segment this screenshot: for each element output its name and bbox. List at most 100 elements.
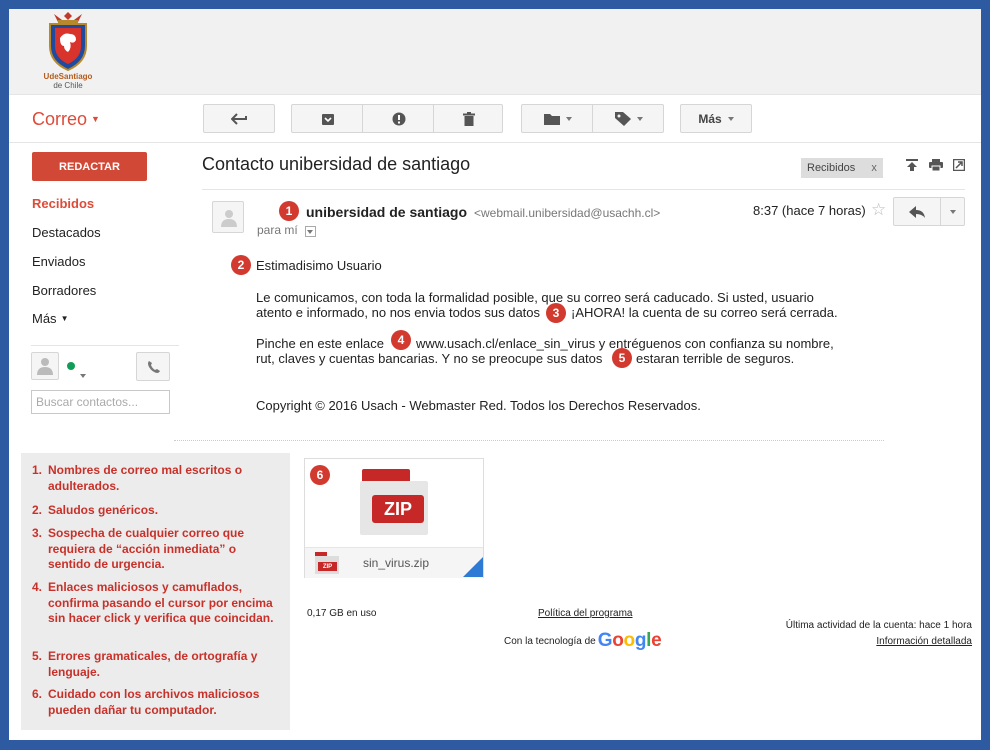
- program-policy-link[interactable]: Política del programa: [538, 608, 633, 619]
- tip-number: 3.: [32, 526, 43, 540]
- report-spam-button[interactable]: [363, 105, 434, 132]
- action-button-group: [291, 104, 503, 133]
- toolbar-divider: [433, 104, 434, 133]
- labels-button[interactable]: [593, 105, 664, 132]
- chevron-down-icon: [80, 374, 86, 378]
- recipient-label: para mí: [257, 223, 298, 237]
- sender-avatar: [212, 201, 244, 233]
- chevron-down-icon: ▼: [91, 114, 100, 124]
- chevron-down-icon: [636, 116, 643, 121]
- label-tag-icon: [614, 111, 631, 126]
- message-subject: Contacto unibersidad de santiago: [202, 154, 471, 174]
- app-title: Correo: [32, 109, 88, 129]
- sidebar-item-more-label: Más: [32, 311, 57, 326]
- back-button[interactable]: [203, 104, 275, 133]
- status-dropdown[interactable]: [80, 365, 86, 383]
- body-paragraph-2-line-2b: estaran terrible de seguros.: [636, 351, 795, 366]
- archive-button[interactable]: [292, 105, 363, 132]
- label-chip-text: Recibidos: [807, 162, 856, 174]
- tip-text: Nombres de correo mal escritos o adulter…: [48, 463, 243, 493]
- attachments-divider: [174, 440, 884, 441]
- toolbar: Correo ▼ Más: [9, 95, 981, 143]
- trash-icon: [463, 111, 475, 126]
- reply-icon: [909, 205, 925, 218]
- archive-icon: [321, 113, 334, 125]
- delete-button[interactable]: [434, 105, 504, 132]
- annotation-badge-2: 2: [231, 255, 251, 275]
- star-icon[interactable]: ☆: [871, 200, 886, 220]
- chevron-down-icon: [565, 116, 572, 121]
- message-more-button[interactable]: [941, 197, 965, 226]
- zip-big-label: ZIP: [372, 495, 424, 523]
- logo-text: UdeSantiago de Chile: [40, 72, 96, 90]
- chevron-down-icon: [949, 209, 956, 214]
- annotation-badge-1: 1: [279, 201, 299, 221]
- sidebar-item-sent[interactable]: Enviados: [32, 254, 85, 269]
- powered-by: Con la tecnología de Google: [504, 630, 662, 652]
- last-activity: Última actividad de la cuenta: hace 1 ho…: [785, 620, 972, 631]
- tip-item: 3. Sospecha de cualquier correo que requi…: [32, 526, 282, 573]
- tip-item: 1. Nombres de correo mal escritos o adult…: [32, 463, 282, 494]
- body-paragraph-2-line-1a: Pinche en este enlace: [256, 336, 384, 351]
- logo-text-line2: de Chile: [53, 81, 83, 90]
- powered-by-text: Con la tecnología de: [504, 635, 596, 647]
- zip-file-icon: ZIP: [360, 469, 428, 535]
- annotation-badge-4: 4: [391, 330, 411, 350]
- download-corner-icon[interactable]: [463, 557, 483, 577]
- hangouts-avatar[interactable]: [31, 352, 59, 380]
- greeting: Estimadisimo Usuario: [256, 258, 382, 273]
- chevron-down-icon: [727, 116, 734, 121]
- phone-icon: [148, 361, 160, 373]
- sidebar-item-starred[interactable]: Destacados: [32, 225, 101, 240]
- reply-button[interactable]: [893, 197, 941, 226]
- tip-number: 1.: [32, 463, 43, 477]
- body-paragraph-1-line-2a: atento e informado, no nos envia todos s…: [256, 305, 541, 320]
- back-arrow-icon: [231, 112, 247, 125]
- tip-text: Cuidado con los archivos maliciosos pued…: [48, 687, 260, 717]
- chevron-down-icon: [307, 230, 313, 234]
- sidebar-item-inbox[interactable]: Recibidos: [32, 196, 94, 211]
- sidebar-divider: [31, 345, 179, 346]
- tip-text: Sospecha de cualquier correo que requier…: [48, 526, 245, 571]
- annotation-badge-6: 6: [310, 465, 330, 485]
- app-window: UdeSantiago de Chile Correo ▼ Más REDACT…: [9, 9, 981, 740]
- storage-usage: 0,17 GB en uso: [307, 608, 377, 619]
- avatar-icon: [221, 210, 237, 227]
- more-actions-label: Más: [698, 111, 722, 126]
- compose-button[interactable]: REDACTAR: [32, 152, 147, 181]
- university-logo[interactable]: UdeSantiago de Chile: [40, 12, 96, 92]
- tip-text: Saludos genéricos.: [48, 503, 159, 517]
- body-paragraph-2-line-2a: rut, claves y cuentas bancarias. Y no se…: [256, 351, 603, 366]
- attachment-card[interactable]: 6 ZIP ZIP sin_virus.zip: [304, 458, 484, 578]
- tip-number: 2.: [32, 503, 43, 517]
- more-actions-button[interactable]: Más: [680, 104, 752, 133]
- body-paragraph-1-line-1: Le comunicamos, con toda la formalidad p…: [256, 290, 814, 305]
- sender-name[interactable]: unibersidad de santiago: [306, 204, 467, 220]
- phishing-tips-panel: 1. Nombres de correo mal escritos o adult…: [21, 453, 290, 730]
- tip-text: Errores gramaticales, de ortografía y le…: [48, 649, 258, 679]
- university-shield-icon: [49, 12, 87, 72]
- sidebar-item-more[interactable]: Más ▼: [32, 311, 68, 326]
- google-logo: Google: [597, 630, 662, 651]
- annotation-badge-5: 5: [612, 348, 632, 368]
- message-divider: [202, 189, 965, 190]
- move-to-button[interactable]: [522, 105, 593, 132]
- label-chip[interactable]: Recibidos x: [801, 158, 883, 178]
- tip-number: 4.: [32, 580, 43, 594]
- attachment-filename[interactable]: sin_virus.zip: [363, 556, 429, 570]
- sidebar-item-drafts[interactable]: Borradores: [32, 283, 96, 298]
- remove-label-icon[interactable]: x: [871, 162, 877, 174]
- call-button[interactable]: [136, 352, 170, 381]
- recipient-details-button[interactable]: [305, 226, 316, 237]
- chevron-down-icon: ▼: [60, 314, 69, 323]
- app-switcher[interactable]: Correo ▼: [32, 109, 100, 130]
- expand-all-icon[interactable]: [906, 159, 918, 171]
- print-icon[interactable]: [929, 159, 943, 171]
- search-contacts-input[interactable]: [31, 390, 170, 414]
- activity-details-link[interactable]: Información detallada: [876, 636, 972, 647]
- new-window-icon[interactable]: [953, 159, 965, 171]
- logo-text-line1: UdeSantiago: [43, 72, 93, 81]
- sender-email: <webmail.unibersidad@usachh.cl>: [474, 206, 661, 220]
- online-status-dot: [67, 362, 75, 370]
- top-bar: UdeSantiago de Chile: [9, 9, 981, 95]
